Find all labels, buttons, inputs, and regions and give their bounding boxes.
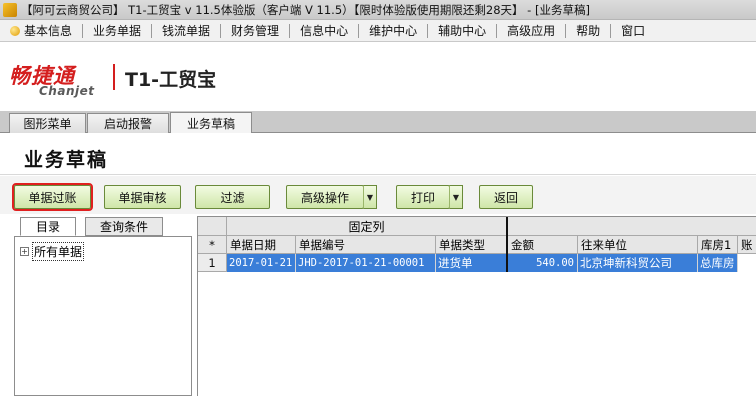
back-button[interactable]: 返回 [479,185,533,209]
page-title: 业务草稿 [24,149,109,171]
document-tree: + 所有单据 [14,236,192,396]
col-header-warehouse[interactable]: 库房1 [698,236,738,254]
tab-graphic-menu[interactable]: 图形菜单 [9,113,86,133]
col-header-number[interactable]: 单据编号 [296,236,436,254]
left-panel: 目录 查询条件 + 所有单据 [14,217,192,396]
menu-bar: 基本信息 业务单据 钱流单据 财务管理 信息中心 维护中心 辅助中心 高级应用 … [0,20,756,42]
print-button[interactable]: 打印 [396,185,450,209]
col-header-amount[interactable]: 金额 [508,236,578,254]
expand-icon[interactable]: + [20,247,29,256]
audit-document-button[interactable]: 单据审核 [104,185,181,209]
frozen-column-divider[interactable] [506,217,508,272]
tree-node-all-documents[interactable]: + 所有单据 [20,242,85,261]
tab-query-conditions[interactable]: 查询条件 [85,217,163,236]
print-dropdown-icon[interactable]: ▼ [449,185,463,209]
col-header-date[interactable]: 单据日期 [227,236,296,254]
grid-group-header: 固定列 [198,217,756,236]
menu-cash-docs[interactable]: 钱流单据 [152,23,222,38]
app-icon [3,2,17,17]
logo-divider [113,64,115,90]
row-marker-header: * [198,236,227,254]
product-name: T1-工贸宝 [125,69,217,91]
menu-help[interactable]: 帮助 [566,23,612,38]
window-titlebar: 【阿可云商贸公司】 T1-工贸宝 v 11.5体验版（客户端 V 11.5）【限… [0,0,756,20]
cell-account[interactable] [738,254,756,272]
tab-startup-alerts[interactable]: 启动报警 [87,113,169,133]
drafts-grid: 固定列 * 单据日期 单据编号 单据类型 金额 往来单位 库房1 账 1 201… [197,216,756,396]
menu-business-docs[interactable]: 业务单据 [83,23,153,38]
advanced-ops-dropdown-icon[interactable]: ▼ [363,185,377,209]
cell-warehouse[interactable]: 总库房 [698,254,738,272]
cell-date[interactable]: 2017-01-21 [227,254,296,272]
menu-finance[interactable]: 财务管理 [221,23,291,38]
col-header-type[interactable]: 单据类型 [436,236,508,254]
window-title: 【阿可云商贸公司】 T1-工贸宝 v 11.5体验版（客户端 V 11.5）【限… [21,2,590,17]
action-toolbar: 单据过账 单据审核 过滤 高级操作 ▼ 打印 ▼ 返回 [0,176,756,214]
post-document-button[interactable]: 单据过账 [12,183,93,211]
tree-node-label[interactable]: 所有单据 [32,242,85,261]
chanjet-logo-en: Chanjet [39,84,95,98]
menu-advanced[interactable]: 高级应用 [497,23,567,38]
cell-partner[interactable]: 北京坤新科贸公司 [578,254,698,272]
menu-window[interactable]: 窗口 [611,24,655,38]
menu-auxiliary[interactable]: 辅助中心 [428,23,498,38]
brand-bar: 畅捷通 Chanjet T1-工贸宝 [0,43,756,111]
page-header: 业务草稿 [0,133,756,175]
cell-amount[interactable]: 540.00 [508,254,578,272]
cell-type[interactable]: 进货单 [436,254,508,272]
group-spacer [198,217,227,236]
cell-number[interactable]: JHD-2017-01-21-00001 [296,254,436,272]
col-header-partner[interactable]: 往来单位 [578,236,698,254]
menu-info-center[interactable]: 信息中心 [290,23,360,38]
advanced-ops-button[interactable]: 高级操作 [286,185,364,209]
menu-orb-icon [10,25,20,36]
filter-button[interactable]: 过滤 [195,185,270,209]
document-tabstrip: 图形菜单 启动报警 业务草稿 [0,111,756,133]
col-header-account[interactable]: 账 [738,236,756,254]
grid-header-row: * 单据日期 单据编号 单据类型 金额 往来单位 库房1 账 [198,236,756,254]
table-row[interactable]: 1 2017-01-21 JHD-2017-01-21-00001 进货单 54… [198,254,756,272]
row-index: 1 [198,254,227,272]
frozen-columns-label: 固定列 [227,217,507,236]
menu-maintenance[interactable]: 维护中心 [359,23,429,38]
menu-basic-info[interactable]: 基本信息 [0,23,84,38]
tab-business-drafts[interactable]: 业务草稿 [170,112,252,133]
tab-directory[interactable]: 目录 [20,217,76,236]
